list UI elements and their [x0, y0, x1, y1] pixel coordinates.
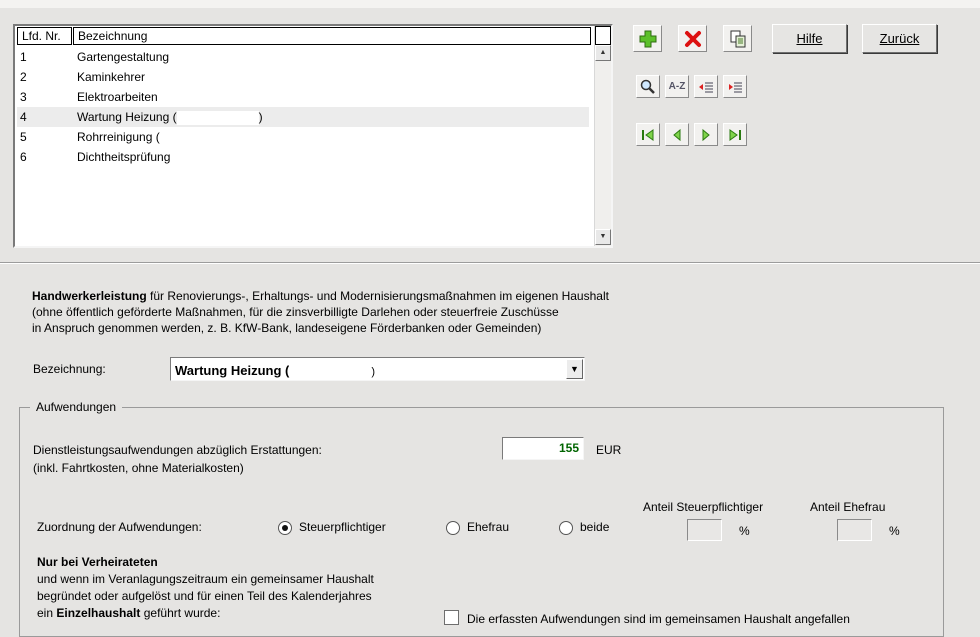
first-record-button[interactable]: [636, 123, 660, 146]
verheiratet-line2: und wenn im Veranlagungszeitraum ein gem…: [37, 572, 374, 586]
first-icon: [642, 128, 654, 141]
zuordnung-label: Zuordnung der Aufwendungen:: [37, 520, 202, 534]
delete-icon: [684, 30, 701, 47]
indent-button[interactable]: [694, 75, 718, 98]
help-button[interactable]: Hilfe: [772, 24, 847, 53]
radio-steuerpflichtiger-label: Steuerpflichtiger: [299, 520, 386, 534]
vertical-scrollbar[interactable]: ▲ ▼: [594, 26, 611, 246]
scroll-down-button[interactable]: ▼: [595, 229, 611, 245]
verheiratet-line4: ein Einzelhaushalt geführt wurde:: [37, 606, 221, 620]
list-row[interactable]: 3 Elektroarbeiten: [17, 87, 589, 107]
radio-beide-label: beide: [580, 520, 610, 534]
chevron-down-icon[interactable]: ▼: [566, 359, 583, 379]
anteil-stpfl-input[interactable]: [687, 519, 722, 541]
bezeichnung-value: Wartung Heizung (: [175, 363, 290, 378]
row-nr: 3: [20, 90, 27, 104]
info-text: Handwerkerleistung für Renovierungs-, Er…: [32, 288, 732, 336]
percent-label-stpfl: %: [739, 524, 750, 538]
next-record-button[interactable]: [694, 123, 718, 146]
radio-ehefrau[interactable]: [446, 521, 460, 535]
percent-label-ehefrau: %: [889, 524, 900, 538]
row-bez: Kaminkehrer: [77, 70, 146, 84]
scroll-up-button[interactable]: ▲: [595, 45, 611, 61]
list-row[interactable]: 6 Dichtheitsprüfung: [17, 147, 589, 167]
row-bez: Wartung Heizung (): [77, 110, 263, 125]
dienst-amount-input[interactable]: 155: [502, 437, 584, 460]
row-nr: 4: [20, 110, 27, 124]
copy-button[interactable]: [723, 25, 752, 52]
row-nr: 1: [20, 50, 27, 64]
scroll-header-cell: [595, 26, 611, 45]
anteil-ehefrau-input[interactable]: [837, 519, 872, 541]
list-rows: 1 Gartengestaltung 2 Kaminkehrer 3 Elektroa…: [17, 47, 589, 167]
copy-icon: [730, 30, 745, 47]
dienst-sub-label: (inkl. Fahrtkosten, ohne Materialkosten): [33, 461, 244, 475]
col-header-bezeichnung[interactable]: Bezeichnung: [73, 27, 591, 45]
list-row[interactable]: 5 Rohrreinigung (: [17, 127, 589, 147]
radio-steuerpflichtiger[interactable]: [278, 521, 292, 535]
back-button[interactable]: Zurück: [862, 24, 937, 53]
last-icon: [729, 128, 741, 141]
outdent-icon: [729, 82, 742, 92]
info-heading-bold: Handwerkerleistung: [32, 289, 147, 303]
indent-icon: [699, 82, 713, 92]
checkbox-label: Die erfassten Aufwendungen sind im gemei…: [467, 612, 850, 626]
last-record-button[interactable]: [723, 123, 747, 146]
bezeichnung-combo[interactable]: Wartung Heizung () ▼: [170, 357, 585, 381]
radio-ehefrau-label: Ehefrau: [467, 520, 510, 534]
outdent-button[interactable]: [723, 75, 747, 98]
search-button[interactable]: [636, 75, 660, 98]
radio-beide[interactable]: [559, 521, 573, 535]
next-icon: [702, 128, 710, 141]
sort-az-button[interactable]: A-Z: [665, 75, 689, 98]
sort-az-icon: A-Z: [668, 81, 686, 92]
group-title: Aufwendungen: [30, 400, 123, 414]
info-line3: in Anspruch genommen werden, z. B. KfW-B…: [32, 321, 542, 335]
entries-list[interactable]: Lfd. Nr. Bezeichnung 1 Gartengestaltung 2…: [13, 24, 613, 248]
anteil-ehefrau-label: Anteil Ehefrau: [810, 500, 886, 514]
anteil-stpfl-label: Anteil Steuerpflichtiger: [643, 500, 764, 514]
row-bez: Gartengestaltung: [77, 50, 170, 64]
col-header-nr[interactable]: Lfd. Nr.: [17, 27, 72, 45]
search-icon: [640, 79, 655, 94]
row-nr: 6: [20, 150, 27, 164]
row-bez: Elektroarbeiten: [77, 90, 158, 104]
list-row[interactable]: 1 Gartengestaltung: [17, 47, 589, 67]
section-divider: [0, 262, 980, 264]
list-row-selected[interactable]: 4 Wartung Heizung (): [17, 107, 589, 127]
row-nr: 2: [20, 70, 27, 84]
list-header: Lfd. Nr. Bezeichnung: [17, 27, 607, 45]
currency-label: EUR: [596, 443, 622, 457]
list-row[interactable]: 2 Kaminkehrer: [17, 67, 589, 87]
dienst-label: Dienstleistungsaufwendungen abzüglich Er…: [33, 443, 322, 457]
add-button[interactable]: [633, 25, 662, 52]
row-bez: Dichtheitsprüfung: [77, 150, 171, 164]
delete-button[interactable]: [678, 25, 707, 52]
prev-record-button[interactable]: [665, 123, 689, 146]
top-strip: [0, 0, 980, 8]
row-bez: Rohrreinigung (: [77, 130, 160, 144]
verheiratet-heading: Nur bei Verheirateten: [37, 555, 158, 569]
info-line2: (ohne öffentlich geförderte Maßnahmen, f…: [32, 305, 559, 319]
bezeichnung-label: Bezeichnung:: [33, 362, 106, 376]
add-icon: [639, 30, 656, 47]
verheiratet-line3: begründet oder aufgelöst und für einen T…: [37, 589, 372, 603]
prev-icon: [673, 128, 681, 141]
info-heading-rest: für Renovierungs-, Erhaltungs- und Moder…: [146, 289, 609, 303]
row-nr: 5: [20, 130, 27, 144]
